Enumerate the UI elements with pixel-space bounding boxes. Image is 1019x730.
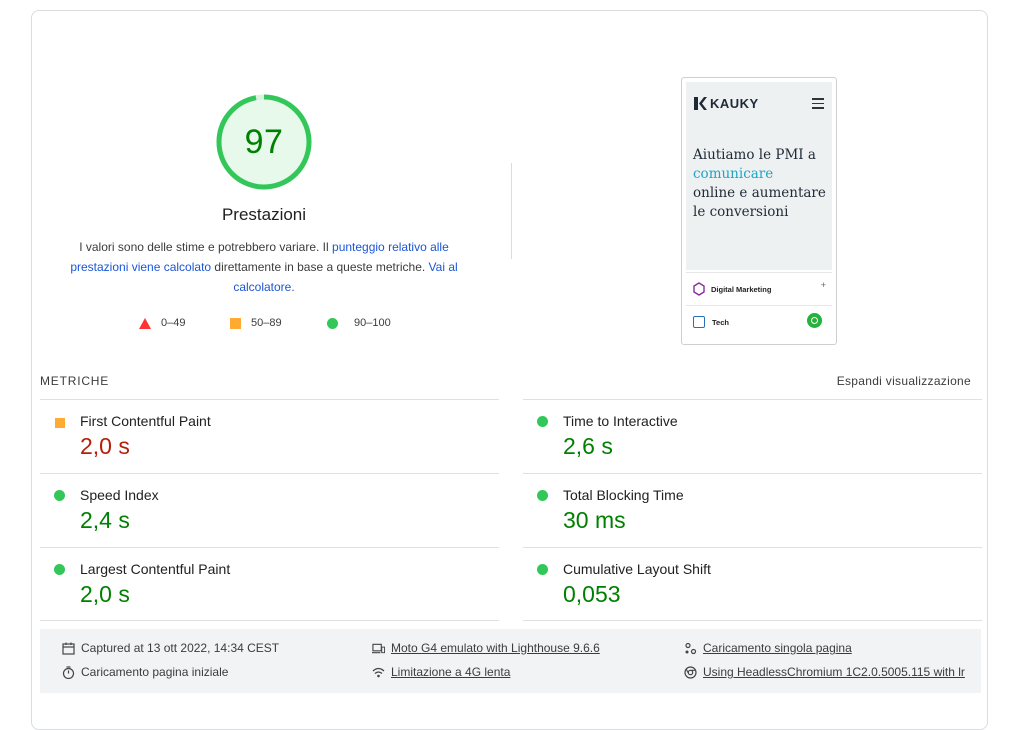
- pass-circle-icon: [537, 490, 548, 501]
- captured-at: Captured at 13 ott 2022, 14:34 CEST: [62, 641, 279, 655]
- metric-name: First Contentful Paint: [80, 413, 211, 429]
- chrome-icon: [684, 665, 697, 679]
- pass-circle-icon: [54, 490, 65, 501]
- runtime-settings: Captured at 13 ott 2022, 14:34 CEST Cari…: [40, 629, 981, 693]
- legend-average-label: 50–89: [251, 317, 282, 329]
- browser-version-text: Using HeadlessChromium 1C2.0.5005.115 wi…: [703, 665, 965, 679]
- metrics-divider-right: [523, 620, 982, 621]
- screenshot-row-tech: Tech: [686, 305, 832, 338]
- hero-line-1: Aiutiamo le PMI a: [693, 147, 816, 163]
- stopwatch-icon: [62, 665, 75, 679]
- metric-speed-index: Speed Index 2,4 s: [40, 473, 499, 546]
- legend-pass-label: 90–100: [354, 317, 391, 329]
- metrics-header: METRICHE: [40, 374, 110, 388]
- legend-fail: 0–49: [139, 317, 185, 329]
- hexagon-icon: [693, 282, 705, 296]
- average-square-icon: [230, 317, 241, 329]
- emulated-device[interactable]: Moto G4 emulato with Lighthouse 9.6.6: [372, 641, 600, 655]
- single-page-load[interactable]: Caricamento singola pagina: [684, 641, 852, 655]
- initial-page-load: Caricamento pagina iniziale: [62, 665, 228, 679]
- devices-icon: [372, 643, 385, 653]
- plus-icon: +: [820, 280, 826, 290]
- final-screenshot[interactable]: KAUKY Aiutiamo le PMI a comunicare onlin…: [681, 77, 837, 345]
- hero-line-2: online e aumentare le conversioni: [693, 185, 826, 220]
- whatsapp-icon: [807, 313, 822, 328]
- metric-name: Largest Contentful Paint: [80, 561, 231, 577]
- metric-value: 0,053: [563, 581, 621, 607]
- single-page-load-text: Caricamento singola pagina: [703, 641, 852, 655]
- kauky-k-icon: [694, 97, 707, 110]
- metric-lcp: Largest Contentful Paint 2,0 s: [40, 547, 499, 620]
- metric-fcp: First Contentful Paint 2,0 s: [40, 399, 499, 472]
- metric-value: 2,0 s: [80, 581, 130, 607]
- hamburger-menu-icon: [812, 98, 824, 112]
- metric-value: 2,6 s: [563, 433, 613, 459]
- metric-name: Time to Interactive: [563, 413, 678, 429]
- row-2-label: Tech: [712, 317, 729, 327]
- desc-text-1: I valori sono delle stime e potrebbero v…: [79, 240, 333, 254]
- desc-text-2: direttamente in base a queste metriche.: [211, 260, 429, 274]
- logo-text: KAUKY: [710, 96, 759, 111]
- legend-pass: 90–100: [327, 317, 391, 329]
- average-square-icon: [55, 418, 65, 428]
- pass-circle-icon: [54, 564, 65, 575]
- screenshot-row-digital-marketing: Digital Marketing +: [686, 272, 832, 305]
- category-description: I valori sono delle stime e potrebbero v…: [62, 237, 466, 297]
- row-1-label: Digital Marketing: [711, 284, 772, 294]
- metric-cls: Cumulative Layout Shift 0,053: [523, 547, 982, 620]
- network-throttling-text: Limitazione a 4G lenta: [391, 665, 511, 679]
- metric-value: 2,0 s: [80, 433, 130, 459]
- hero-accent: comunicare: [693, 166, 774, 182]
- metric-value: 2,4 s: [80, 507, 130, 533]
- fail-triangle-icon: [139, 317, 151, 329]
- hero-headline: Aiutiamo le PMI a comunicare online e au…: [693, 146, 829, 222]
- metric-value: 30 ms: [563, 507, 626, 533]
- metric-tbt: Total Blocking Time 30 ms: [523, 473, 982, 546]
- wifi-icon: [372, 667, 385, 677]
- screenshot-hero: KAUKY Aiutiamo le PMI a comunicare onlin…: [686, 82, 832, 270]
- captured-at-text: Captured at 13 ott 2022, 14:34 CEST: [81, 641, 280, 655]
- metric-name: Speed Index: [80, 487, 159, 503]
- initial-page-load-text: Caricamento pagina iniziale: [81, 665, 229, 679]
- metric-name: Cumulative Layout Shift: [563, 561, 711, 577]
- metric-tti: Time to Interactive 2,6 s: [523, 399, 982, 472]
- browser-version[interactable]: Using HeadlessChromium 1C2.0.5005.115 wi…: [684, 665, 965, 679]
- emulated-device-text: Moto G4 emulato with Lighthouse 9.6.6: [391, 641, 600, 655]
- category-title: Prestazioni: [221, 205, 307, 224]
- kauky-logo: KAUKY: [693, 96, 759, 111]
- network-throttling[interactable]: Limitazione a 4G lenta: [372, 665, 510, 679]
- legend-average: 50–89: [230, 317, 282, 329]
- expand-view-toggle[interactable]: Espandi visualizzazione: [837, 374, 971, 388]
- legend-fail-label: 0–49: [161, 317, 186, 329]
- performance-gauge[interactable]: 97: [215, 93, 313, 191]
- pass-circle-icon: [327, 317, 338, 329]
- metrics-divider-left: [40, 620, 499, 621]
- square-icon: [693, 316, 705, 328]
- nodes-icon: [685, 642, 697, 654]
- report-card: 97 Prestazioni I valori sono delle stime…: [31, 10, 988, 730]
- calendar-icon: [62, 642, 75, 655]
- pass-circle-icon: [537, 564, 548, 575]
- metric-name: Total Blocking Time: [563, 487, 684, 503]
- pass-circle-icon: [537, 416, 548, 427]
- vertical-divider: [511, 163, 512, 259]
- performance-score: 97: [244, 122, 284, 161]
